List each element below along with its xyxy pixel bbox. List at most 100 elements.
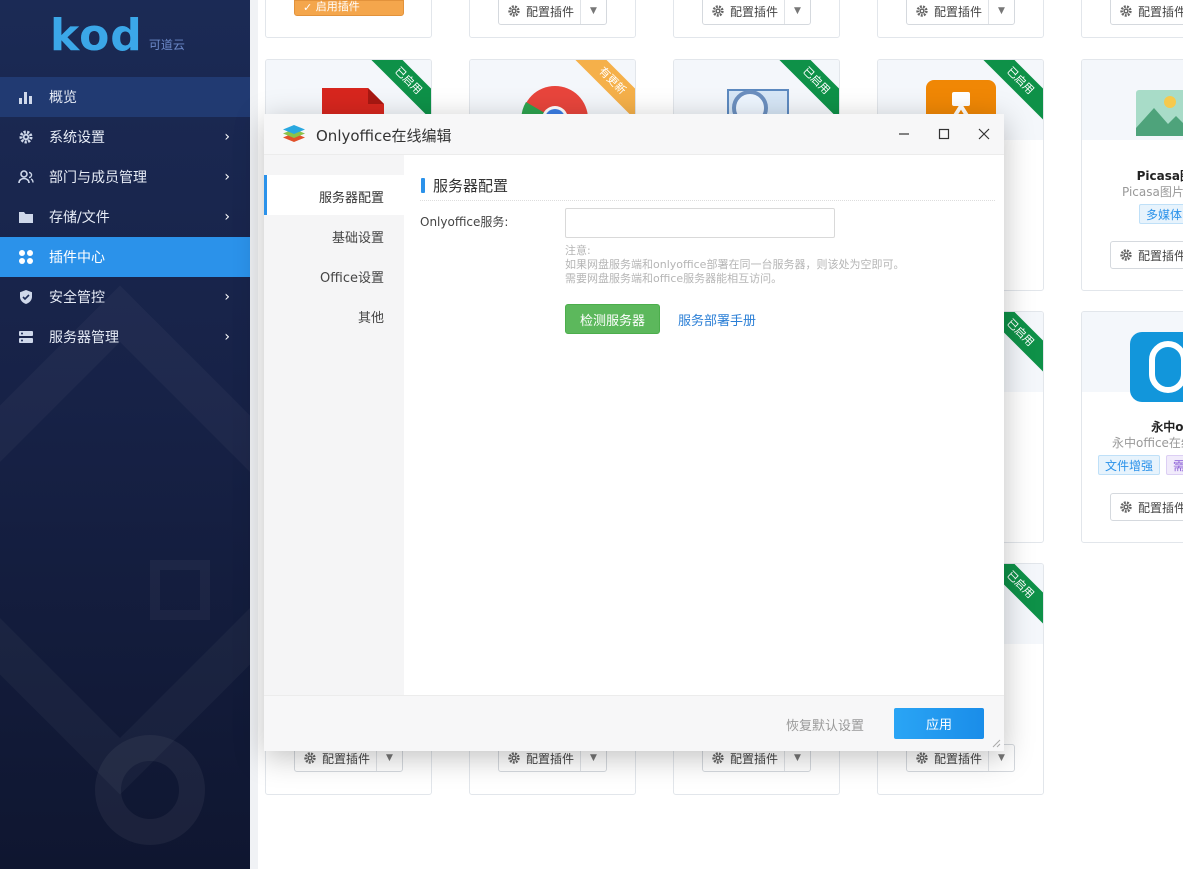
maximize-button[interactable] <box>930 120 958 148</box>
plugin-tag: 需 <box>1166 455 1183 475</box>
onlyoffice-logo-icon <box>283 125 305 142</box>
apply-button[interactable]: 应用 <box>894 708 984 739</box>
logo[interactable]: kod 可道云 <box>50 12 185 58</box>
sidebar-item-storage[interactable]: 存储/文件 › <box>0 197 250 237</box>
note-line: 需要网盘服务端和office服务器能相互访问。 <box>565 272 783 285</box>
content-gutter <box>250 0 258 869</box>
gear-icon <box>508 752 520 764</box>
sidebar-item-plugins[interactable]: 插件中心 <box>0 237 250 277</box>
onlyoffice-settings-dialog: Onlyoffice在线编辑 服务器配置 基础设置 Office设置 其他 服务… <box>264 114 1004 751</box>
sidebar-item-server[interactable]: 服务器管理 › <box>0 317 250 357</box>
minimize-icon <box>899 133 909 135</box>
sidebar-item-system-settings[interactable]: 系统设置 › <box>0 117 250 157</box>
config-plugin-button[interactable]: 配置插件 <box>1110 241 1183 269</box>
reset-defaults-button[interactable]: 恢复默认设置 <box>786 715 864 734</box>
plugin-card: ✓ 启用插件 <box>265 0 432 38</box>
logo-wordmark: kod <box>50 10 143 61</box>
config-plugin-label: 配置插件 <box>1138 248 1183 263</box>
sidebar-item-overview[interactable]: 概览 <box>0 77 250 117</box>
enable-plugin-button[interactable]: ✓ 启用插件 <box>294 0 404 16</box>
sidebar-item-label: 服务器管理 <box>49 330 119 346</box>
caret-down-icon[interactable]: ▼ <box>580 0 606 24</box>
plugin-tag: 多媒体 <box>1139 204 1183 224</box>
dialog-title: Onlyoffice在线编辑 <box>316 127 452 145</box>
dialog-nav: 服务器配置 基础设置 Office设置 其他 <box>264 155 404 695</box>
sidebar-item-label: 存储/文件 <box>49 210 110 226</box>
config-plugin-label: 配置插件 <box>1138 4 1183 19</box>
yozo-app-icon <box>1130 332 1183 402</box>
nav-item-basic-settings[interactable]: 基础设置 <box>332 227 384 246</box>
config-plugin-button[interactable]: 配置插件 <box>1110 493 1183 521</box>
nav-item-office-settings[interactable]: Office设置 <box>320 267 384 286</box>
chevron-right-icon: › <box>224 329 230 345</box>
onlyoffice-server-input[interactable] <box>565 208 835 238</box>
config-plugin-label: 配置插件 <box>526 751 575 766</box>
plugin-subtitle: 永中office在线 <box>1112 436 1183 450</box>
sidebar: kod 可道云 概览 系统设置 › 部门与成员管理 › 存储/文件 › 插件中心… <box>0 0 250 869</box>
plugin-subtitle: Picasa图片 <box>1122 185 1183 199</box>
plugin-card: 配置插件 <box>1081 0 1183 38</box>
nav-item-server-config[interactable]: 服务器配置 <box>319 187 384 206</box>
config-plugin-label: 配置插件 <box>730 4 779 19</box>
caret-down-icon[interactable]: ▼ <box>784 0 810 24</box>
chevron-right-icon: › <box>224 129 230 145</box>
config-plugin-label: 配置插件 <box>322 751 371 766</box>
folder-icon <box>18 209 34 225</box>
plugin-card: 配置插件 ▼ <box>673 0 840 38</box>
config-plugin-label: 配置插件 <box>1138 500 1183 515</box>
section-marker <box>421 178 425 193</box>
note-line: 如果网盘服务端和onlyoffice部署在同一台服务器，则该处为空即可。 <box>565 258 905 271</box>
chevron-right-icon: › <box>224 289 230 305</box>
image-app-icon <box>1136 90 1183 136</box>
sidebar-item-label: 概览 <box>49 90 77 106</box>
resize-grip-icon[interactable] <box>991 738 1001 748</box>
config-plugin-label: 配置插件 <box>934 751 983 766</box>
nav-active-indicator <box>264 175 267 215</box>
dialog-titlebar[interactable]: Onlyoffice在线编辑 <box>264 114 1004 155</box>
section-title: 服务器配置 <box>433 177 509 195</box>
caret-down-icon[interactable]: ▼ <box>988 0 1014 24</box>
gear-icon <box>1120 5 1132 17</box>
minimize-button[interactable] <box>890 120 918 148</box>
check-icon: ✓ <box>303 1 313 14</box>
chevron-right-icon: › <box>224 169 230 185</box>
check-server-button[interactable]: 检测服务器 <box>565 304 660 334</box>
background-decoration <box>150 560 210 620</box>
close-button[interactable] <box>970 120 998 148</box>
users-icon <box>18 169 34 185</box>
onlyoffice-server-label: Onlyoffice服务: <box>420 215 509 229</box>
plugin-card-picasa[interactable]: Picasa图片 Picasa图片 多媒体 配置插件 <box>1081 59 1183 291</box>
config-plugin-button[interactable]: 配置插件 ▼ <box>702 0 812 25</box>
dialog-body: 服务器配置 Onlyoffice服务: 注意: 如果网盘服务端和onlyoffi… <box>404 155 1004 695</box>
config-plugin-button[interactable]: 配置插件 ▼ <box>498 0 608 25</box>
config-plugin-button[interactable]: 配置插件 <box>1110 0 1183 25</box>
sidebar-item-members[interactable]: 部门与成员管理 › <box>0 157 250 197</box>
sidebar-item-security[interactable]: 安全管控 › <box>0 277 250 317</box>
sidebar-item-label: 系统设置 <box>49 130 105 146</box>
close-icon <box>978 128 990 140</box>
plugin-card-yozo[interactable]: 永中offic 永中office在线 文件增强 需 配置插件 <box>1081 311 1183 543</box>
background-decoration <box>95 735 205 845</box>
gear-icon <box>1120 249 1132 261</box>
gear-icon <box>18 129 34 145</box>
config-plugin-label: 配置插件 <box>730 751 779 766</box>
bar-chart-icon <box>18 89 34 105</box>
enable-plugin-label: 启用插件 <box>315 0 360 13</box>
nav-item-other[interactable]: 其他 <box>358 307 384 326</box>
background-decoration <box>0 285 250 794</box>
plugin-tag: 文件增强 <box>1098 455 1161 475</box>
logo-subtitle: 可道云 <box>148 38 185 52</box>
gear-icon <box>712 5 724 17</box>
sidebar-item-label: 安全管控 <box>49 290 105 306</box>
gear-icon <box>916 5 928 17</box>
gear-icon <box>1120 501 1132 513</box>
deploy-manual-link[interactable]: 服务部署手册 <box>678 310 756 329</box>
note-title: 注意: <box>565 244 591 257</box>
sidebar-menu: 概览 系统设置 › 部门与成员管理 › 存储/文件 › 插件中心 安全管控 › … <box>0 77 250 357</box>
config-plugin-button[interactable]: 配置插件 ▼ <box>906 0 1016 25</box>
chevron-right-icon: › <box>224 209 230 225</box>
sidebar-item-label: 插件中心 <box>49 250 105 266</box>
plugin-title: Picasa图片 <box>1136 169 1183 183</box>
server-icon <box>18 329 34 345</box>
gear-icon <box>304 752 316 764</box>
